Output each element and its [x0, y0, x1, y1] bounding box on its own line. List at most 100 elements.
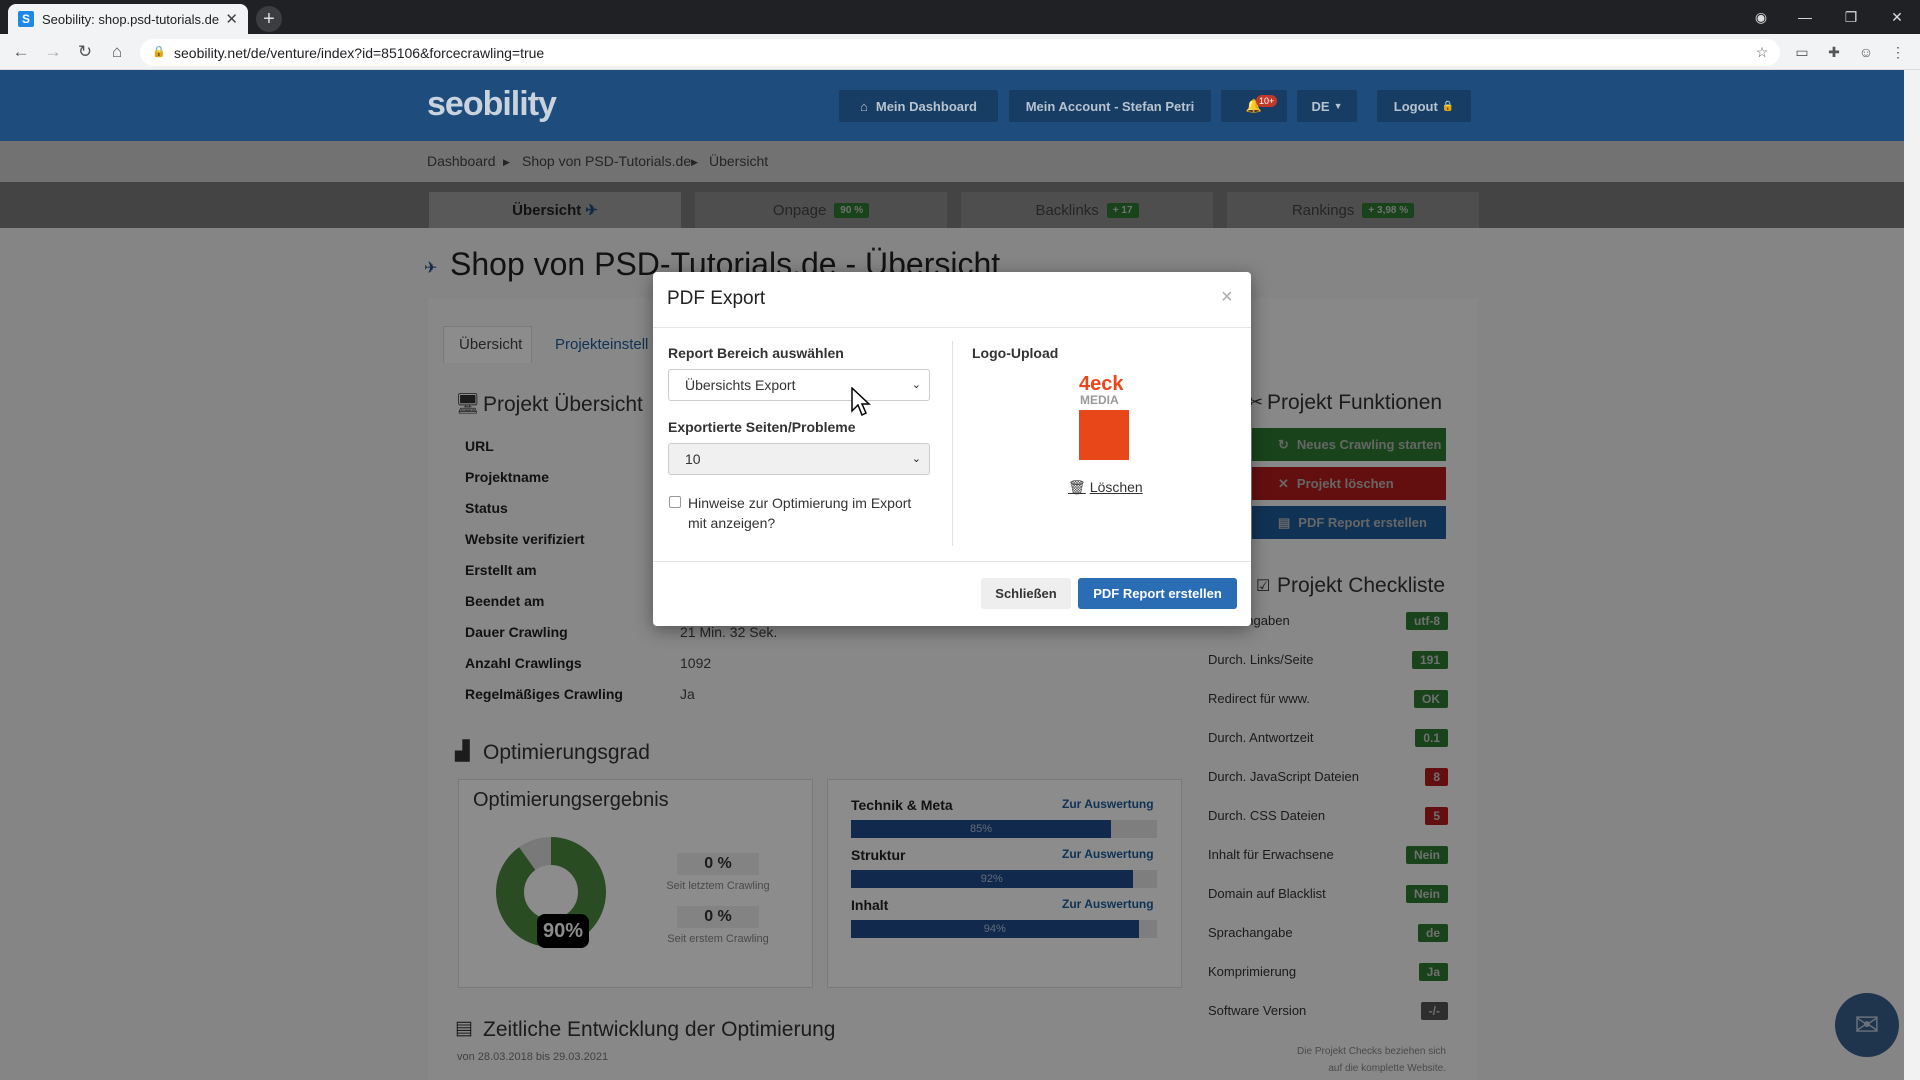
- window-close-icon[interactable]: ✕: [1874, 0, 1920, 34]
- row-key: Status: [465, 500, 508, 516]
- tab-rankings[interactable]: Rankings + 3,98 %: [1227, 192, 1479, 228]
- address-bar[interactable]: seobility.net/de/venture/index?id=85106&…: [140, 39, 1780, 66]
- check-label: Durch. Links/Seite: [1208, 652, 1314, 667]
- cursor-shape: [851, 387, 871, 417]
- check-label: Sprachangabe: [1208, 925, 1293, 940]
- check-label: Durch. JavaScript Dateien: [1208, 769, 1360, 784]
- create-pdf-button[interactable]: PDF Report erstellen: [1078, 578, 1237, 609]
- tab-close-icon[interactable]: ✕: [225, 10, 238, 28]
- url-text: seobility.net/de/venture/index?id=85106&…: [174, 44, 545, 61]
- document-icon: ▤: [1278, 514, 1291, 530]
- bar-chart-icon: ▟: [455, 741, 470, 762]
- row-key: Beendet am: [465, 593, 545, 609]
- logout-button[interactable]: Logout 🔒: [1377, 90, 1471, 122]
- tab-onpage[interactable]: Onpage 90 %: [695, 192, 947, 228]
- close-icon[interactable]: ×: [1221, 286, 1233, 309]
- avatar[interactable]: ☺: [1856, 42, 1876, 62]
- check-label: Domain auf Blacklist: [1208, 886, 1326, 901]
- account-button[interactable]: Mein Account - Stefan Petri: [1009, 90, 1211, 122]
- monitor-icon: 🖥: [455, 393, 481, 415]
- subtab-uebersicht-label: Übersicht: [459, 336, 523, 353]
- restore-icon[interactable]: ❐: [1828, 0, 1874, 34]
- bar-label: Struktur: [851, 847, 906, 863]
- delta-last-label: Seit letztem Crawling: [666, 880, 770, 892]
- menu-icon[interactable]: ⋮: [1888, 42, 1908, 62]
- hints-label: Hinweise zur Optimierung im Export mit an…: [688, 493, 911, 533]
- site-logo[interactable]: seobility: [427, 85, 557, 124]
- check-label: Inhalt für Erwachsene: [1208, 847, 1334, 862]
- bar-link[interactable]: Zur Auswertung: [1062, 797, 1154, 811]
- minimize-icon[interactable]: —: [1782, 0, 1828, 34]
- close-button[interactable]: Schließen: [981, 578, 1071, 609]
- notification-badge: 10+: [1256, 95, 1278, 107]
- export-pages-select[interactable]: 10 ⌄: [668, 443, 930, 475]
- account-label: Mein Account - Stefan Petri: [1025, 98, 1195, 114]
- table-row: Anzahl Crawlings 1092: [455, 648, 935, 678]
- forward-icon[interactable]: →: [41, 40, 65, 64]
- extensions-icon[interactable]: ✚: [1824, 42, 1844, 62]
- checklist-note: auf die komplette Website.: [1328, 1063, 1446, 1074]
- cast-icon[interactable]: ▭: [1792, 42, 1812, 62]
- tab-title: Seobility: shop.psd-tutorials.de: [42, 11, 220, 27]
- subtab-projekteinstellungen[interactable]: Projekteinstell: [555, 336, 648, 362]
- new-tab-button[interactable]: +: [256, 6, 282, 32]
- seobility-bird-icon: ✈: [424, 260, 438, 277]
- notifications-button[interactable]: 🔔: [1221, 90, 1287, 122]
- check-label: Durch. CSS Dateien: [1208, 808, 1326, 823]
- export-pages-value: 10: [685, 451, 701, 467]
- checklist-item: Komprimierung Ja: [1208, 952, 1448, 991]
- functions-title: Projekt Funktionen: [1267, 391, 1443, 414]
- bar-label: Technik & Meta: [851, 797, 953, 813]
- browser-tab[interactable]: S Seobility: shop.psd-tutorials.de ✕: [8, 4, 248, 34]
- row-key: URL: [465, 438, 494, 454]
- seobility-bird-icon: ✈: [585, 202, 598, 219]
- checklist-item: Durch. JavaScript Dateien 8: [1208, 757, 1448, 796]
- optim-result-title: Optimierungsergebnis: [473, 789, 669, 811]
- breadcrumb-dashboard[interactable]: Dashboard: [427, 153, 496, 169]
- tab-backlinks[interactable]: Backlinks + 17: [961, 192, 1213, 228]
- lock-icon: 🔒: [1441, 100, 1455, 112]
- logout-label: Logout: [1393, 98, 1438, 114]
- tab-uebersicht[interactable]: Übersicht ✈: [429, 192, 681, 228]
- language-button[interactable]: DE ▼: [1297, 90, 1357, 122]
- delta-last: 0 %: [677, 853, 759, 875]
- back-icon[interactable]: ←: [9, 40, 33, 64]
- logo-upload-label: Logo-Upload: [972, 345, 1059, 361]
- check-label: Software Version: [1208, 1003, 1307, 1018]
- pdf-report-label: PDF Report erstellen: [1298, 515, 1427, 530]
- star-icon[interactable]: ☆: [1752, 42, 1772, 62]
- progress-fill: 94%: [851, 920, 1139, 938]
- breadcrumb-project[interactable]: Shop von PSD-Tutorials.de: [522, 153, 691, 169]
- checklist-item: Redirect für www. OK: [1208, 679, 1448, 718]
- report-section-select[interactable]: Übersichts Export ⌄: [668, 369, 930, 401]
- progress-bar: 92%: [851, 870, 1157, 888]
- reload-icon[interactable]: ↻: [73, 40, 97, 64]
- check-badge: Ja: [1418, 962, 1448, 981]
- tab-badge: + 3,98 %: [1362, 202, 1415, 218]
- breadcrumb-sep-icon: ▶: [691, 157, 698, 167]
- check-label: Durch. Antwortzeit: [1208, 730, 1314, 745]
- breadcrumb-current: Übersicht: [709, 153, 769, 169]
- home-icon[interactable]: ⌂: [105, 40, 129, 64]
- score-label: 90%: [537, 914, 589, 948]
- timeline-range: von 28.03.2018 bis 29.03.2021: [457, 1051, 609, 1063]
- check-label: Redirect für www.: [1208, 691, 1310, 706]
- bar-link[interactable]: Zur Auswertung: [1062, 847, 1154, 861]
- row-key: Dauer Crawling: [465, 624, 568, 640]
- hints-checkbox[interactable]: [669, 496, 681, 508]
- delete-project-button[interactable]: ✕ Projekt löschen: [1252, 467, 1446, 500]
- new-crawl-button[interactable]: ↻ Neues Crawling starten: [1252, 428, 1446, 461]
- pdf-report-button[interactable]: ▤ PDF Report erstellen: [1252, 506, 1446, 539]
- bar-link[interactable]: Zur Auswertung: [1062, 897, 1154, 911]
- breadcrumb-sep-icon: ▶: [503, 157, 510, 167]
- dashboard-button[interactable]: ⌂ Mein Dashboard: [839, 90, 998, 122]
- row-key: Projektname: [465, 469, 550, 485]
- mail-icon[interactable]: ✉: [1835, 993, 1899, 1057]
- check-badge: utf-8: [1406, 611, 1448, 630]
- progress-bar: 94%: [851, 920, 1157, 938]
- profile-menu-icon[interactable]: ◉: [1738, 0, 1784, 34]
- report-section-label: Report Bereich auswählen: [668, 345, 844, 361]
- tab-badge: 90 %: [834, 202, 870, 218]
- delete-logo-button[interactable]: 🗑 Löschen: [1068, 479, 1143, 496]
- lock-icon[interactable]: 🔒: [152, 45, 166, 58]
